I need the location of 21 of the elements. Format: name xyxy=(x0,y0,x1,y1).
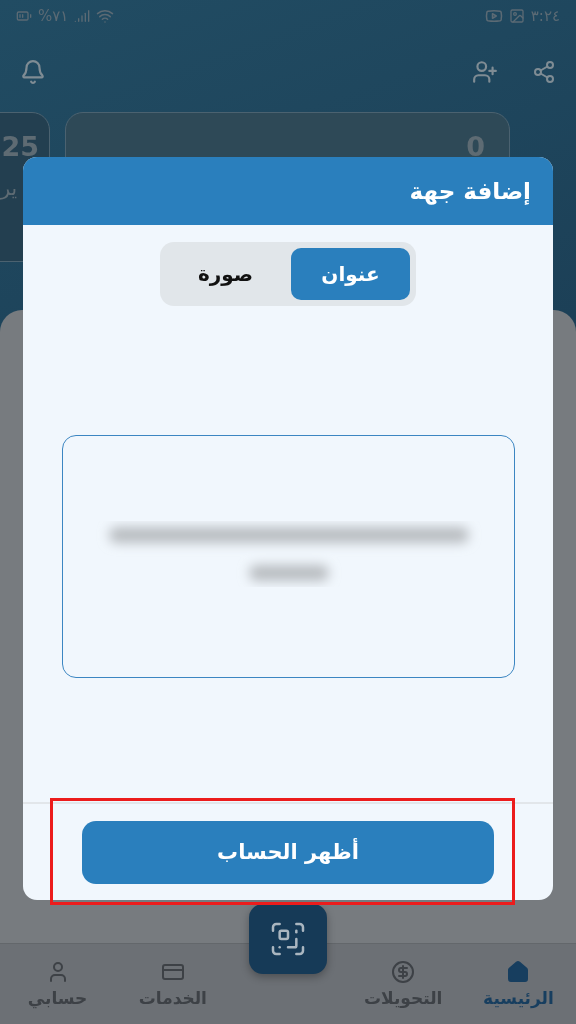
battery-level: %٧١ xyxy=(38,7,69,25)
qr-scan-button[interactable] xyxy=(249,904,327,974)
clock-time: ٣:٢٤ xyxy=(530,7,560,25)
notification-icon[interactable] xyxy=(20,59,46,85)
dialog-title: إضافة جهة xyxy=(409,178,531,204)
share-icon[interactable] xyxy=(532,60,556,84)
nav-item[interactable]: الرئيسية xyxy=(460,944,576,1024)
battery-icon xyxy=(16,8,32,24)
video-icon xyxy=(484,7,503,25)
tab[interactable]: صورة xyxy=(166,248,285,300)
card-value: 25 xyxy=(1,131,39,162)
address-field[interactable] xyxy=(62,435,515,678)
wifi-icon xyxy=(96,7,115,25)
tab[interactable]: عنوان xyxy=(291,248,410,300)
show-account-button[interactable]: أظهر الحساب xyxy=(82,820,494,884)
add-user-icon[interactable] xyxy=(472,59,498,85)
image-icon xyxy=(508,8,525,24)
signal-icon xyxy=(74,8,91,24)
card-caption: ير xyxy=(0,176,17,200)
home-icon xyxy=(506,960,531,984)
dollar-cycle-icon xyxy=(391,960,416,984)
